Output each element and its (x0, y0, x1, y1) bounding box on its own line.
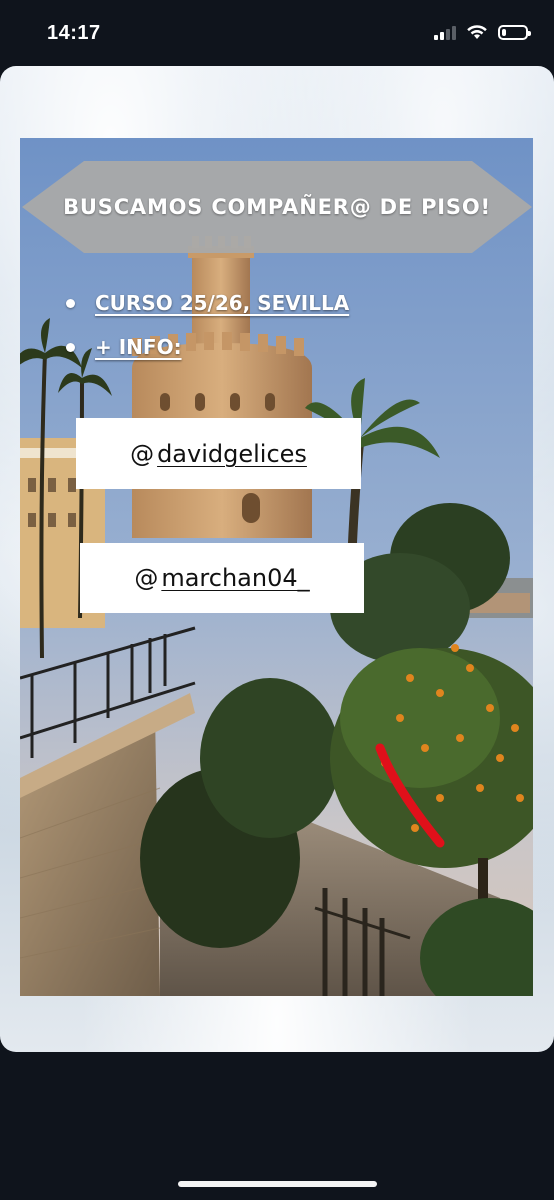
handle-link-marchan04[interactable]: @ marchan04_ (80, 543, 364, 613)
battery-icon (498, 24, 531, 40)
story-card: BUSCAMOS COMPAÑER@ DE PISO! CURSO 25/26,… (0, 66, 554, 1052)
cellular-signal-icon (434, 24, 456, 40)
info-item-course: CURSO 25/26, SEVILLA (66, 281, 349, 325)
info-item-label: + INFO: (95, 335, 182, 359)
info-list: CURSO 25/26, SEVILLA + INFO: (66, 281, 349, 369)
title-banner: BUSCAMOS COMPAÑER@ DE PISO! (22, 161, 532, 253)
info-item-label: CURSO 25/26, SEVILLA (95, 291, 350, 315)
status-time: 14:17 (47, 22, 101, 44)
bullet-icon (66, 342, 75, 352)
status-bar: 14:17 (0, 0, 554, 66)
status-icons (434, 24, 531, 40)
handle-link-davidgelices[interactable]: @ davidgelices (76, 418, 361, 489)
threads-icon: @ (130, 439, 155, 468)
sevilla-photo: BUSCAMOS COMPAÑER@ DE PISO! CURSO 25/26,… (20, 138, 533, 996)
home-indicator[interactable] (178, 1181, 377, 1187)
info-item-more-info: + INFO: (66, 325, 349, 369)
bullet-icon (66, 298, 75, 308)
wifi-icon (467, 25, 487, 39)
handle-text: davidgelices (157, 439, 307, 468)
post-title: BUSCAMOS COMPAÑER@ DE PISO! (63, 195, 491, 219)
handle-text: marchan04_ (161, 564, 310, 592)
threads-icon: @ (134, 564, 159, 592)
